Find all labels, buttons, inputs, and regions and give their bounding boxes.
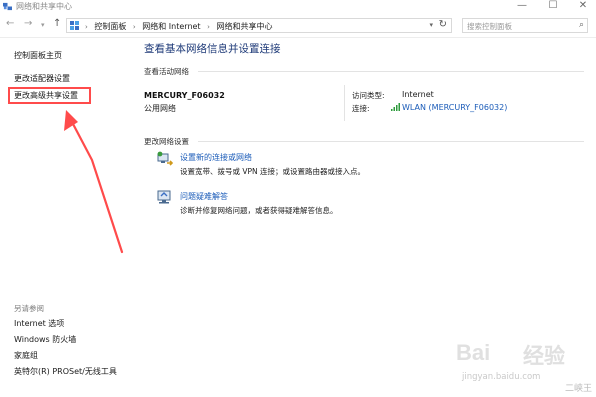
breadcrumb-control-panel[interactable]: 控制面板 — [94, 22, 126, 31]
close-button[interactable]: ✕ — [571, 0, 595, 14]
wifi-signal-icon — [391, 103, 400, 111]
watermark-url: jingyan.baidu.com — [462, 372, 541, 382]
window-title: 网络和共享中心 — [16, 2, 72, 11]
breadcrumb-separator: › — [207, 23, 210, 31]
page-title: 查看基本网络信息并设置连接 — [144, 43, 281, 55]
control-panel-icon — [70, 21, 79, 30]
breadcrumb: › 控制面板 › 网络和 Internet › 网络和共享中心 — [85, 21, 272, 32]
change-settings-heading: 更改网络设置 — [144, 137, 189, 146]
breadcrumb-sharing-center[interactable]: 网络和共享中心 — [216, 22, 272, 31]
breadcrumb-separator: › — [85, 23, 88, 31]
see-also-internet-options[interactable]: Internet 选项 — [14, 318, 64, 329]
minimize-button[interactable]: — — [510, 0, 534, 14]
breadcrumb-separator: › — [132, 23, 136, 31]
search-icon[interactable]: ⌕ — [579, 20, 584, 30]
network-app-icon — [3, 2, 12, 11]
address-bar: ← → ▾ ↑ › 控制面板 › 网络和 Internet › 网络和共享中心 … — [0, 14, 596, 38]
connections-label: 连接: — [352, 104, 370, 113]
setup-new-connection-desc: 设置宽带、拨号或 VPN 连接；或设置路由器或接入点。 — [180, 167, 366, 176]
refresh-button[interactable]: ↻ — [439, 19, 447, 30]
sidebar-control-panel-home[interactable]: 控制面板主页 — [14, 50, 62, 61]
breadcrumb-network-internet[interactable]: 网络和 Internet — [142, 22, 200, 31]
search-input[interactable]: 搜索控制面板 ⌕ — [462, 18, 588, 33]
address-field[interactable]: › 控制面板 › 网络和 Internet › 网络和共享中心 ▾ ↻ — [66, 18, 452, 33]
title-bar: 网络和共享中心 — ☐ ✕ — [0, 0, 596, 14]
see-also-heading: 另请参阅 — [14, 304, 44, 313]
setup-new-connection-link[interactable]: 设置新的连接或网络 — [180, 152, 252, 163]
watermark-brand-cn: 经验 — [523, 344, 565, 368]
baidu-jingyan-watermark: Bai 经验 jingyan.baidu.com 二峡王 — [448, 336, 596, 397]
back-button[interactable]: ← — [6, 18, 14, 29]
network-category: 公用网络 — [144, 104, 176, 113]
section-divider — [198, 141, 584, 142]
annotation-highlight-box — [8, 87, 91, 104]
network-info-divider — [344, 85, 345, 121]
see-also-homegroup[interactable]: 家庭组 — [14, 350, 38, 361]
troubleshoot-link[interactable]: 问题疑难解答 — [180, 191, 228, 202]
network-name: MERCURY_F06032 — [144, 91, 225, 100]
address-dropdown-button[interactable]: ▾ — [429, 21, 433, 29]
watermark-brand: Bai — [456, 340, 491, 365]
access-type-label: 访问类型: — [352, 91, 385, 100]
section-divider — [198, 71, 584, 72]
access-type-value: Internet — [402, 90, 434, 99]
sidebar-item-adapter-settings[interactable]: 更改适配器设置 — [14, 73, 70, 84]
troubleshoot-icon — [157, 190, 171, 204]
active-networks-heading: 查看活动网络 — [144, 67, 189, 76]
wlan-connection-link[interactable]: WLAN (MERCURY_F06032) — [402, 103, 507, 112]
forward-button[interactable]: → — [24, 18, 32, 29]
see-also-windows-firewall[interactable]: Windows 防火墙 — [14, 334, 76, 345]
network-setup-icon — [157, 151, 174, 166]
watermark-corner-text: 二峡王 — [565, 384, 593, 394]
recent-locations-button[interactable]: ▾ — [41, 21, 45, 29]
maximize-button[interactable]: ☐ — [541, 0, 565, 14]
see-also-intel-proset[interactable]: 英特尔(R) PROSet/无线工具 — [14, 366, 117, 377]
search-placeholder: 搜索控制面板 — [467, 22, 512, 31]
up-button[interactable]: ↑ — [53, 18, 61, 29]
troubleshoot-desc: 诊断并修复网络问题，或者获得疑难解答信息。 — [180, 206, 338, 215]
